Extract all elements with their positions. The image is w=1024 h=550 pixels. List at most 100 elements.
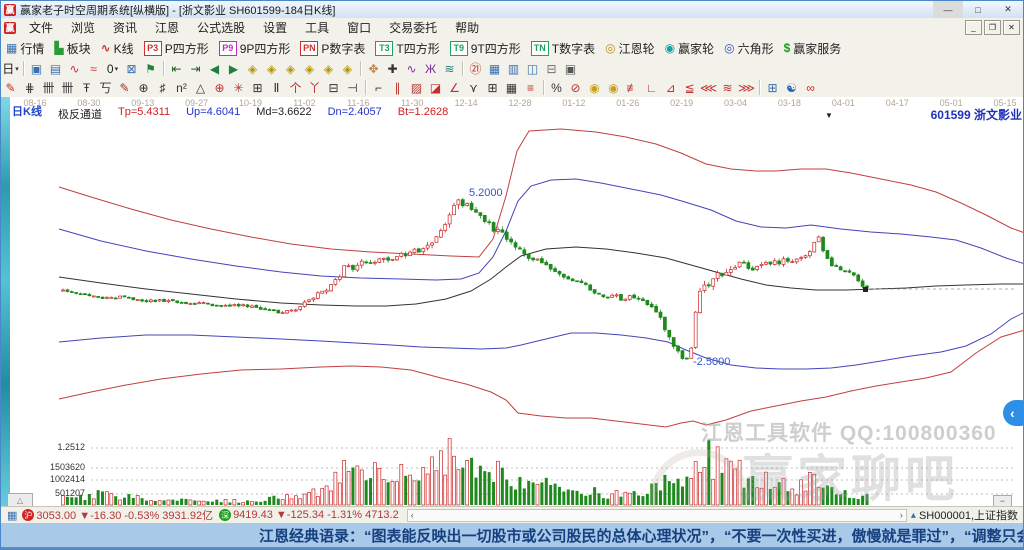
percent-button[interactable]: % (547, 79, 566, 96)
truck-button[interactable]: ⊟ (542, 60, 561, 77)
flag-button[interactable]: ⚑ (141, 60, 160, 77)
toolbar-t-square-button[interactable]: T3T四方形 (370, 40, 444, 57)
waves-red-button[interactable]: ≋ (718, 79, 737, 96)
toolbar-t-number-table-button[interactable]: TNT数字表 (526, 40, 600, 57)
period-day-button[interactable]: 日▾ (1, 60, 20, 77)
toolbar-winner-wheel-button[interactable]: ◉赢家轮 (660, 40, 720, 57)
window-layout-button[interactable]: ▣ (27, 60, 46, 77)
knot-tool-button[interactable]: ≋ (440, 60, 459, 77)
region-box-button[interactable]: ⊠ (122, 60, 141, 77)
menu-item-2[interactable]: 资讯 (104, 19, 146, 36)
hatch-box-button[interactable]: ▨ (407, 79, 426, 96)
purple-tool-button[interactable]: Ж (421, 60, 440, 77)
menu-item-9[interactable]: 帮助 (446, 19, 488, 36)
document-button[interactable]: ▤ (46, 60, 65, 77)
less-fan-button[interactable]: ≦ (680, 79, 699, 96)
delta-button[interactable]: ⊿ (661, 79, 680, 96)
last-bar-button[interactable]: ⇥ (186, 60, 205, 77)
box-minus-button[interactable]: ⊟ (324, 79, 343, 96)
gold-coin-2-button[interactable]: ◉ (604, 79, 623, 96)
diamond-6-button[interactable]: ◈ (338, 60, 357, 77)
t-bar-button[interactable]: Ŧ (77, 79, 96, 96)
vee-button[interactable]: ⋎ (464, 79, 483, 96)
next-bar-button[interactable]: ▶ (224, 60, 243, 77)
pen-button[interactable]: ✎ (1, 79, 20, 96)
scroll-right-icon[interactable]: › (900, 510, 903, 520)
crosshair-button[interactable]: ✚ (383, 60, 402, 77)
bars-ii-button[interactable]: Ⅱ (267, 79, 286, 96)
maximize-button[interactable]: □ (963, 1, 993, 18)
infinity-button[interactable]: ∞ (801, 79, 820, 96)
active-index-segment[interactable]: ▴ SH000001,上证指数 (911, 507, 1023, 523)
minimize-button[interactable]: — (933, 1, 963, 18)
tally-a-button[interactable]: 卌 (39, 79, 58, 96)
wave-b-button[interactable]: ≈ (84, 60, 103, 77)
diamond-1-button[interactable]: ◈ (243, 60, 262, 77)
toolbar-hexagon-button[interactable]: ◎六角形 (719, 40, 779, 57)
diamond-2-button[interactable]: ◈ (262, 60, 281, 77)
child-restore-button[interactable]: ❐ (984, 20, 1001, 35)
tally-b-button[interactable]: 卌 (58, 79, 77, 96)
toolbar-sectors-button[interactable]: ▙板块 (49, 40, 95, 57)
gold-coin-1-button[interactable]: ◉ (585, 79, 604, 96)
hook-button[interactable]: 丂 (96, 79, 115, 96)
fast-left-button[interactable]: ⋘ (699, 79, 718, 96)
circle-cross-red-button[interactable]: ⊕ (210, 79, 229, 96)
zero-tool-button[interactable]: 0▾ (103, 60, 122, 77)
corner-button[interactable]: ⌐ (369, 79, 388, 96)
toolbar-gann-wheel-button[interactable]: ◎江恩轮 (600, 40, 660, 57)
toolbar-9p-square-button[interactable]: P99P四方形 (214, 40, 296, 57)
horizontal-scrollbar[interactable]: ‹ › (407, 509, 907, 522)
calculator-button[interactable]: ▦ (485, 60, 504, 77)
diamond-4-button[interactable]: ◈ (300, 60, 319, 77)
collapse-panel-button[interactable]: ‹ (1003, 400, 1024, 426)
grid-hash-button[interactable]: ⋕ (20, 79, 39, 96)
child-close-button[interactable]: ✕ (1003, 20, 1020, 35)
asterisk-button[interactable]: ✳ (229, 79, 248, 96)
fast-right-button[interactable]: ⋙ (737, 79, 756, 96)
menu-item-1[interactable]: 浏览 (62, 19, 104, 36)
half-box-button[interactable]: ◪ (426, 79, 445, 96)
y-red-button[interactable]: 丫 (305, 79, 324, 96)
fan-lines-button[interactable]: ≢ (623, 79, 642, 96)
toolbar-9t-square-button[interactable]: T99T四方形 (445, 40, 526, 57)
toolbar-p-number-table-button[interactable]: PNP数字表 (295, 40, 370, 57)
grid-dark-button[interactable]: ▦ (502, 79, 521, 96)
wave-c-button[interactable]: ∿ (402, 60, 421, 77)
toolbar-winner-service-button[interactable]: $赢家服务 (779, 40, 847, 57)
fork-red-button[interactable]: 个 (286, 79, 305, 96)
toolbar-quotes-button[interactable]: ▦行情 (1, 40, 49, 57)
menu-item-3[interactable]: 江恩 (146, 19, 188, 36)
grid-2-button[interactable]: ⊞ (483, 79, 502, 96)
h-ruler-button[interactable]: ⊣ (343, 79, 362, 96)
hand-button[interactable]: ✥ (364, 60, 383, 77)
n-square-button[interactable]: n² (172, 79, 191, 96)
color-grid-button[interactable]: ⊞ (763, 79, 782, 96)
notebook-button[interactable]: ▥ (504, 60, 523, 77)
toolbar-p-square-button[interactable]: P3P四方形 (139, 40, 214, 57)
rays-button[interactable]: ∥ (388, 79, 407, 96)
close-button[interactable]: ✕ (993, 1, 1023, 18)
first-bar-button[interactable]: ⇤ (167, 60, 186, 77)
expand-pane-button[interactable]: △ (7, 493, 33, 507)
menu-item-5[interactable]: 设置 (254, 19, 296, 36)
child-minimize-button[interactable]: _ (965, 20, 982, 35)
menu-item-6[interactable]: 工具 (296, 19, 338, 36)
angle-button[interactable]: ∠ (445, 79, 464, 96)
save-button[interactable]: ◫ (523, 60, 542, 77)
grid-box-button[interactable]: ⊞ (248, 79, 267, 96)
circle-cross-button[interactable]: ⊕ (134, 79, 153, 96)
menu-item-8[interactable]: 交易委托 (380, 19, 446, 36)
menu-item-4[interactable]: 公式选股 (188, 19, 254, 36)
angle-2-button[interactable]: ∟ (642, 79, 661, 96)
printer-button[interactable]: ▣ (561, 60, 580, 77)
yin-yang-button[interactable]: ☯ (782, 79, 801, 96)
chart-area[interactable]: 08-1608-3009-1309-2710-1911-0211-1611-30… (1, 97, 1024, 506)
hash2-button[interactable]: ♯ (153, 79, 172, 96)
calendar-21-button[interactable]: ㉑ (466, 60, 485, 77)
circle-slash-button[interactable]: ⊘ (566, 79, 585, 96)
scroll-left-icon[interactable]: ‹ (411, 510, 414, 520)
menu-item-7[interactable]: 窗口 (338, 19, 380, 36)
diamond-3-button[interactable]: ◈ (281, 60, 300, 77)
diamond-5-button[interactable]: ◈ (319, 60, 338, 77)
